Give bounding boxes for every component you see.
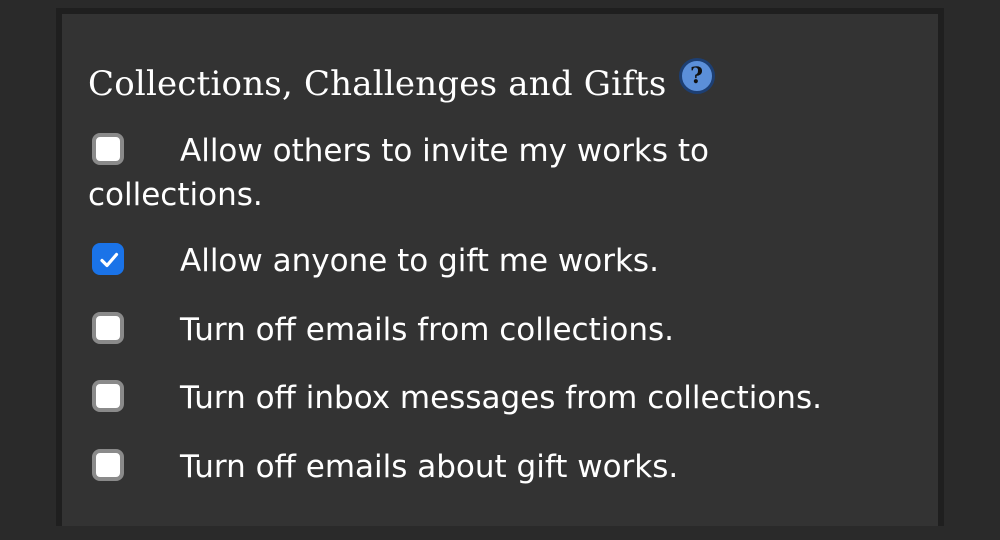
option-inbox-from-collections: Turn off inbox messages from collections… [88, 376, 888, 420]
inbox-from-collections-checkbox[interactable] [92, 380, 124, 412]
checkmark-icon [100, 252, 119, 268]
help-icon[interactable]: ? [678, 58, 715, 94]
emails-gift-works-checkbox[interactable] [92, 449, 124, 481]
option-emails-gift-works: Turn off emails about gift works. [88, 445, 888, 489]
option-invite-to-collections: Allow others to invite my works to colle… [88, 129, 888, 217]
option-label: Allow others to invite my works to colle… [88, 133, 710, 213]
invite-to-collections-checkbox[interactable] [92, 133, 124, 165]
option-label: Turn off emails from collections. [180, 312, 674, 348]
option-label: Turn off inbox messages from collections… [180, 380, 822, 416]
section-header: Collections, Challenges and Gifts ? [88, 56, 715, 112]
emails-from-collections-checkbox[interactable] [92, 312, 124, 344]
allow-gifts-checkbox[interactable] [92, 243, 124, 275]
option-allow-gifts: Allow anyone to gift me works. [88, 239, 888, 283]
option-label: Turn off emails about gift works. [180, 449, 679, 485]
preferences-panel: Collections, Challenges and Gifts ? Allo… [56, 8, 944, 526]
option-emails-from-collections: Turn off emails from collections. [88, 308, 888, 352]
option-label: Allow anyone to gift me works. [180, 243, 659, 279]
section-title: Collections, Challenges and Gifts [88, 64, 667, 104]
